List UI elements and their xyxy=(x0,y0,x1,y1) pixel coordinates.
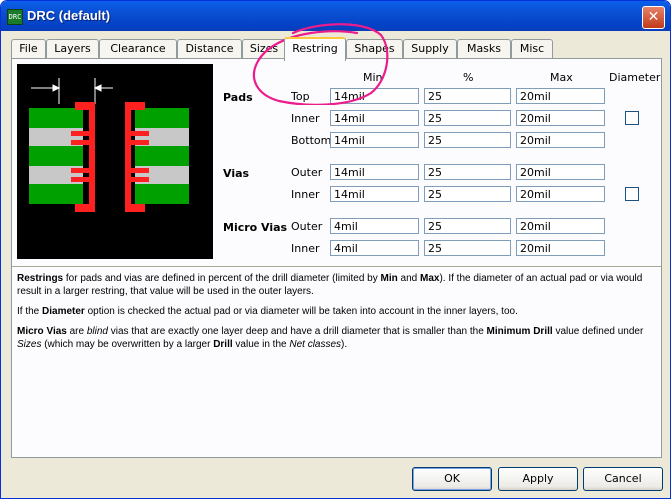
micro-vias-outer-percent-input[interactable] xyxy=(424,218,511,234)
tab-distance[interactable]: Distance xyxy=(177,39,242,58)
tab-masks[interactable]: Masks xyxy=(457,39,511,58)
vias-inner-max-input[interactable] xyxy=(516,186,605,202)
vias-outer-label: Outer xyxy=(291,166,323,179)
pads-bottom-percent-input[interactable] xyxy=(424,132,511,148)
pads-inner-percent-input[interactable] xyxy=(424,110,511,126)
vias-inner-label: Inner xyxy=(291,188,320,201)
description-text: Restrings for pads and vias are defined … xyxy=(17,272,653,358)
tab-layers[interactable]: Layers xyxy=(46,39,99,58)
column-header-max: Max xyxy=(550,71,573,84)
diameter-paragraph: If the Diameter option is checked the ac… xyxy=(17,306,518,317)
pads-diameter-checkbox[interactable] xyxy=(625,111,639,125)
tab-supply[interactable]: Supply xyxy=(403,39,457,58)
pads-top-max-input[interactable] xyxy=(516,88,605,104)
column-header-diameter: Diameter xyxy=(609,71,661,84)
pads-top-percent-input[interactable] xyxy=(424,88,511,104)
pad-cross-section-illustration xyxy=(29,78,189,212)
pads-inner-max-input[interactable] xyxy=(516,110,605,126)
restring-panel: Min % Max Diameter Pads Top Inner Bottom… xyxy=(11,58,662,458)
pads-inner-label: Inner xyxy=(291,112,320,125)
micro-vias-inner-percent-input[interactable] xyxy=(424,240,511,256)
pads-bottom-label: Bottom xyxy=(291,134,332,147)
micro-vias-inner-max-input[interactable] xyxy=(516,240,605,256)
vias-outer-percent-input[interactable] xyxy=(424,164,511,180)
ok-button[interactable]: OK xyxy=(412,467,492,491)
tab-file[interactable]: File xyxy=(11,39,46,58)
vias-inner-min-input[interactable] xyxy=(330,186,419,202)
description-separator xyxy=(12,266,661,267)
pads-bottom-max-input[interactable] xyxy=(516,132,605,148)
tab-clearance[interactable]: Clearance xyxy=(99,39,177,58)
micro-vias-inner-min-input[interactable] xyxy=(330,240,419,256)
vias-outer-max-input[interactable] xyxy=(516,164,605,180)
cancel-button[interactable]: Cancel xyxy=(583,467,663,491)
close-button[interactable]: ✕ xyxy=(642,6,665,29)
micro-vias-paragraph: Micro Vias are blind vias that are exact… xyxy=(17,326,644,350)
restring-diagram xyxy=(17,64,213,259)
column-header-percent: % xyxy=(463,71,474,84)
pads-inner-min-input[interactable] xyxy=(330,110,419,126)
pink-hand-drawn-circle-annotation xyxy=(252,23,389,105)
vias-outer-min-input[interactable] xyxy=(330,164,419,180)
vias-group-label: Vias xyxy=(223,167,250,180)
eagle-app-icon: DRC xyxy=(7,9,23,25)
tab-misc[interactable]: Misc xyxy=(511,39,553,58)
drc-dialog: DRC DRC (default) ✕ File Layers Clearanc… xyxy=(0,0,671,499)
tab-restring[interactable]: Restring xyxy=(284,37,346,61)
vias-inner-percent-input[interactable] xyxy=(424,186,511,202)
micro-vias-inner-label: Inner xyxy=(291,242,320,255)
apply-button[interactable]: Apply xyxy=(498,467,578,491)
pads-bottom-min-input[interactable] xyxy=(330,132,419,148)
micro-vias-group-label: Micro Vias xyxy=(223,221,288,234)
vias-diameter-checkbox[interactable] xyxy=(625,187,639,201)
micro-vias-outer-label: Outer xyxy=(291,220,323,233)
micro-vias-outer-max-input[interactable] xyxy=(516,218,605,234)
window-title: DRC (default) xyxy=(27,8,111,23)
restring-paragraph: Restrings for pads and vias are defined … xyxy=(17,273,643,297)
micro-vias-outer-min-input[interactable] xyxy=(330,218,419,234)
